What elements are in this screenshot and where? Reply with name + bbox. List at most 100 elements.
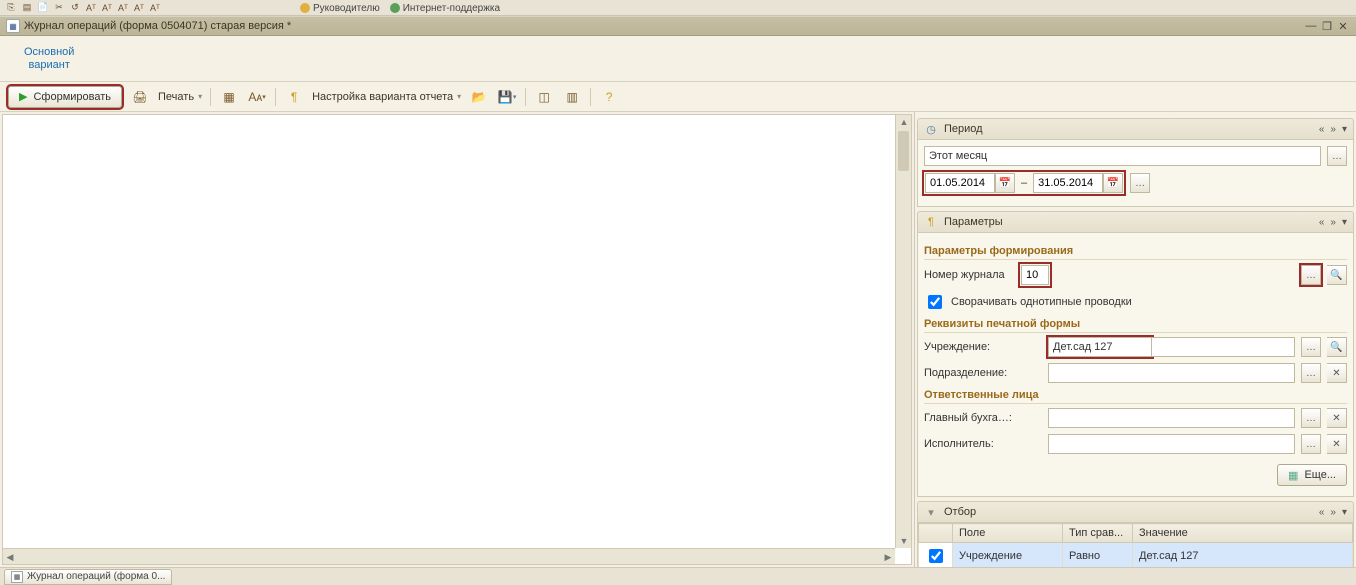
calendar-to-icon[interactable]: 📅 [1103, 173, 1123, 193]
separator [590, 88, 591, 106]
col-value[interactable]: Значение [1133, 524, 1353, 543]
footer-tab-label: Журнал операций (форма 0... [27, 571, 165, 582]
filter-row[interactable]: Учреждение Равно Дет.сад 127 [919, 543, 1353, 568]
sys-icon-5[interactable]: ↺ [68, 1, 82, 15]
period-dialog-button[interactable]: … [1130, 173, 1150, 193]
period-preset-input[interactable]: Этот месяц [924, 146, 1321, 166]
sys-icon-3[interactable]: 📄 [36, 1, 50, 15]
exec-input[interactable] [1048, 434, 1295, 454]
expand-dd-icon[interactable]: ▾ [1342, 217, 1347, 228]
grid-icon[interactable]: ▦ [219, 87, 239, 107]
key-icon[interactable]: ¶ [284, 87, 304, 107]
exec-clear-icon[interactable]: ✕ [1327, 434, 1347, 454]
scroll-down-icon[interactable]: ▼ [897, 534, 911, 548]
col-compare[interactable]: Тип срав... [1063, 524, 1133, 543]
settings-label: Настройка варианта отчета [312, 91, 453, 103]
link-support[interactable]: Интернет-поддержка [390, 3, 500, 14]
chief-clear-icon[interactable]: ✕ [1327, 408, 1347, 428]
period-header[interactable]: ◷ Период « » ▾ [917, 118, 1354, 140]
chief-dialog-button[interactable]: … [1301, 408, 1321, 428]
font-icon[interactable]: Aᴀ▾ [247, 87, 267, 107]
print-icon[interactable]: 🖨 [130, 87, 150, 107]
journal-no-dialog-button[interactable]: … [1301, 265, 1321, 285]
exec-dialog-button[interactable]: … [1301, 434, 1321, 454]
filter-row-check[interactable] [929, 549, 943, 563]
collapse-checkbox[interactable] [928, 295, 942, 309]
footer-doc-icon: ▦ [11, 571, 23, 583]
panel-left-icon[interactable]: ◫ [534, 87, 554, 107]
org-value: Дет.сад 127 [1053, 341, 1113, 353]
col-check[interactable] [919, 524, 953, 543]
clock-icon: ◷ [924, 122, 938, 136]
panel-right-icon[interactable]: ▥ [562, 87, 582, 107]
form-button[interactable]: ▶ Сформировать [8, 86, 122, 108]
sys-icon-9[interactable]: Aᵀ [132, 1, 146, 15]
scrollbar-horizontal[interactable]: ◀ ▶ [3, 548, 895, 564]
link-leader[interactable]: Руководителю [300, 3, 380, 14]
system-toolbar: ⎘ ▤ 📄 ✂ ↺ Aᵀ Aᵀ Aᵀ Aᵀ Aᵀ Руководителю Ин… [0, 0, 1356, 16]
params-header[interactable]: ¶ Параметры « » ▾ [917, 211, 1354, 233]
section-forming: Параметры формирования [924, 245, 1347, 260]
dept-clear-icon[interactable]: ✕ [1327, 363, 1347, 383]
expand-left-icon[interactable]: « [1319, 217, 1325, 228]
sys-icon-2[interactable]: ▤ [20, 1, 34, 15]
dept-label: Подразделение: [924, 367, 1042, 379]
col-field[interactable]: Поле [953, 524, 1063, 543]
period-body: Этот месяц … 📅 – 📅 … [917, 140, 1354, 207]
journal-no-search-icon[interactable]: 🔍 [1327, 265, 1347, 285]
dropdown-icon: ▾ [198, 92, 202, 101]
scroll-left-icon[interactable]: ◀ [3, 550, 17, 564]
period-to-input[interactable] [1033, 173, 1103, 193]
scroll-right-icon[interactable]: ▶ [881, 550, 895, 564]
org-input[interactable]: Дет.сад 127 [1048, 337, 1152, 357]
journal-no-input[interactable] [1021, 265, 1049, 285]
doc-icon: ▦ [6, 19, 20, 33]
org-input-ext[interactable] [1152, 337, 1295, 357]
chief-input[interactable] [1048, 408, 1295, 428]
period-title: Период [944, 123, 983, 135]
funnel-icon: ▾ [924, 505, 938, 519]
sys-icon-8[interactable]: Aᵀ [116, 1, 130, 15]
expand-right-icon[interactable]: » [1330, 124, 1336, 135]
filter-header-row: Поле Тип срав... Значение [919, 524, 1353, 543]
settings-button[interactable]: Настройка варианта отчета▾ [312, 91, 461, 103]
link-leader-label: Руководителю [313, 3, 380, 14]
footer-bar: ▦ Журнал операций (форма 0... [0, 567, 1356, 585]
more-icon: ▦ [1288, 469, 1298, 482]
scroll-up-icon[interactable]: ▲ [897, 115, 911, 129]
window-restore[interactable]: ❐ [1320, 20, 1334, 33]
variant-main[interactable]: Основной вариант [10, 40, 88, 76]
scroll-thumb[interactable] [898, 131, 909, 171]
expand-dd-icon[interactable]: ▾ [1342, 507, 1347, 518]
save-disk-icon[interactable]: 💾▾ [497, 87, 517, 107]
separator [275, 88, 276, 106]
expand-left-icon[interactable]: « [1319, 124, 1325, 135]
params-body: Параметры формирования Номер журнала … 🔍… [917, 233, 1354, 497]
sys-icon-7[interactable]: Aᵀ [100, 1, 114, 15]
expand-right-icon[interactable]: » [1330, 217, 1336, 228]
org-search-icon[interactable]: 🔍 [1327, 337, 1347, 357]
scrollbar-vertical[interactable]: ▲ ▼ [895, 115, 911, 548]
help-icon[interactable]: ? [599, 87, 619, 107]
dept-dialog-button[interactable]: … [1301, 363, 1321, 383]
dept-input[interactable] [1048, 363, 1295, 383]
footer-tab[interactable]: ▦ Журнал операций (форма 0... [4, 569, 172, 585]
sys-icon-6[interactable]: Aᵀ [84, 1, 98, 15]
expand-right-icon[interactable]: » [1330, 507, 1336, 518]
folder-open-icon[interactable]: 📂 [469, 87, 489, 107]
print-button[interactable]: Печать▾ [158, 91, 202, 103]
filter-header[interactable]: ▾ Отбор « » ▾ [917, 501, 1354, 523]
more-button[interactable]: ▦ Еще... [1277, 464, 1347, 486]
window-minimize[interactable]: — [1304, 20, 1318, 33]
window-close[interactable]: ✕ [1336, 20, 1350, 33]
period-select-button[interactable]: … [1327, 146, 1347, 166]
expand-left-icon[interactable]: « [1319, 507, 1325, 518]
org-label: Учреждение: [924, 341, 1042, 353]
calendar-from-icon[interactable]: 📅 [995, 173, 1015, 193]
expand-dd-icon[interactable]: ▾ [1342, 124, 1347, 135]
sys-icon-4[interactable]: ✂ [52, 1, 66, 15]
sys-icon-10[interactable]: Aᵀ [148, 1, 162, 15]
period-from-input[interactable] [925, 173, 995, 193]
org-dialog-button[interactable]: … [1301, 337, 1321, 357]
sys-icon-1[interactable]: ⎘ [4, 1, 18, 15]
